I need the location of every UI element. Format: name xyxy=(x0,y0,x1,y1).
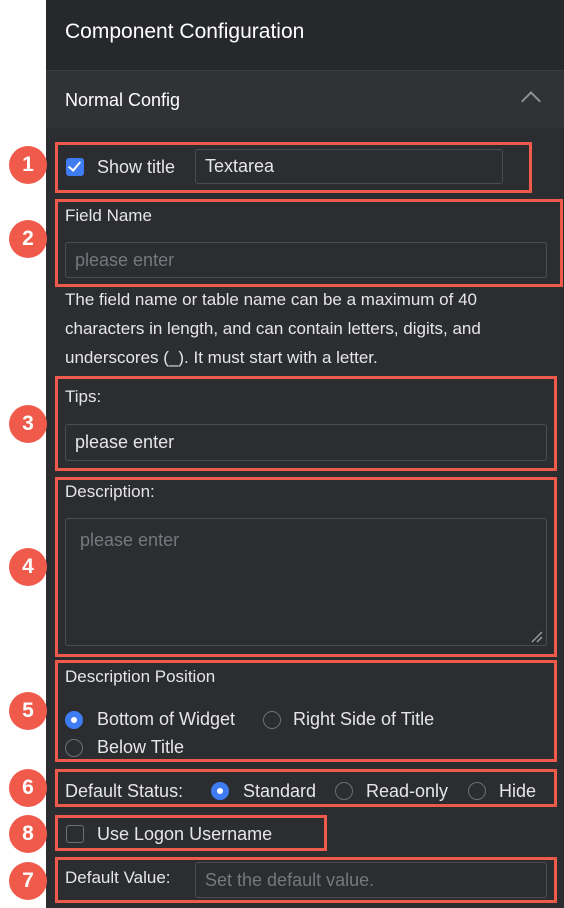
option-right-side-of-title[interactable]: Right Side of Title xyxy=(293,709,434,730)
description-textarea[interactable]: please enter xyxy=(65,518,547,646)
field-name-help-text: The field name or table name can be a ma… xyxy=(65,290,481,367)
option-read-only[interactable]: Read-only xyxy=(366,781,448,802)
marker-badge: 3 xyxy=(9,405,47,443)
radio-hide[interactable] xyxy=(468,782,486,800)
marker-badge: 2 xyxy=(9,220,47,258)
description-position-label: Description Position xyxy=(65,667,216,686)
marker-badge: 1 xyxy=(9,146,47,184)
description-label: Description: xyxy=(65,482,155,501)
radio-bottom-of-widget[interactable] xyxy=(65,711,83,729)
resize-handle-icon[interactable] xyxy=(531,631,543,643)
default-value-input[interactable]: Set the default value. xyxy=(195,862,547,898)
field-name-input[interactable]: please enter xyxy=(65,242,547,278)
section-title: Normal Config xyxy=(65,90,181,110)
show-title-label: Show title xyxy=(97,157,176,177)
title-input[interactable]: Textarea xyxy=(195,149,503,184)
option-standard[interactable]: Standard xyxy=(243,781,316,802)
radio-standard[interactable] xyxy=(211,782,229,800)
check-icon xyxy=(67,158,82,172)
panel-title: Component Configuration xyxy=(65,20,305,43)
radio-right-side-of-title[interactable] xyxy=(263,711,281,729)
marker-badge: 8 xyxy=(9,815,47,853)
marker-badge: 5 xyxy=(9,692,47,730)
option-bottom-of-widget[interactable]: Bottom of Widget xyxy=(97,709,235,730)
marker-badge: 7 xyxy=(9,862,47,900)
radio-read-only[interactable] xyxy=(335,782,353,800)
use-logon-username-label: Use Logon Username xyxy=(97,824,273,844)
option-below-title[interactable]: Below Title xyxy=(97,737,184,758)
field-name-label: Field Name xyxy=(65,206,152,225)
tips-input[interactable]: please enter xyxy=(65,424,547,461)
show-title-checkbox[interactable] xyxy=(66,158,84,176)
use-logon-username-checkbox[interactable] xyxy=(66,825,84,843)
default-status-label: Default Status: xyxy=(65,781,184,801)
radio-below-title[interactable] xyxy=(65,739,83,757)
default-value-label: Default Value: xyxy=(65,868,171,887)
option-hide[interactable]: Hide xyxy=(499,781,536,802)
marker-badge: 4 xyxy=(9,548,47,586)
tips-label: Tips: xyxy=(65,387,102,406)
marker-badge: 6 xyxy=(9,769,47,807)
